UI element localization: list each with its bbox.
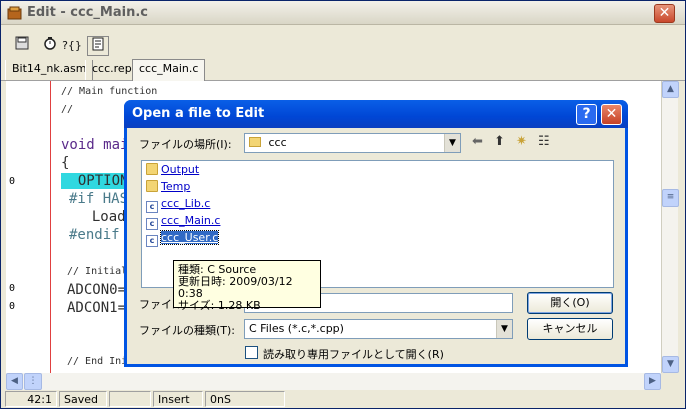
- code-line: // Main function: [61, 86, 158, 97]
- code-line: {: [61, 155, 70, 171]
- window-title: Edit - ccc_Main.c: [27, 5, 148, 20]
- cancel-button[interactable]: キャンセル: [527, 318, 613, 340]
- hscroll-thumb[interactable]: ⋮: [24, 373, 42, 390]
- filetype-dropdown[interactable]: C Files (*.c,*.cpp) ▼: [244, 319, 513, 339]
- folder-icon: [146, 163, 158, 175]
- code-line: ADCON0=: [67, 282, 127, 298]
- c-file-icon: c: [146, 201, 158, 213]
- title-bar: Edit - ccc_Main.c ✕: [1, 1, 685, 25]
- list-item-selected[interactable]: c ccc_User.c: [146, 230, 220, 247]
- gutter-mark: 0: [9, 283, 16, 294]
- help-button[interactable]: ?: [576, 104, 597, 125]
- scroll-down-icon[interactable]: ▼: [662, 356, 679, 373]
- new-folder-icon[interactable]: ✷: [516, 134, 527, 149]
- open-button[interactable]: 開く(O): [527, 292, 613, 314]
- vertical-scrollbar[interactable]: ▲ ≡ ▼: [661, 81, 679, 373]
- status-mode: Insert: [153, 391, 203, 407]
- look-in-label: ファイルの場所(I):: [139, 138, 232, 151]
- toolbar: ?{}: [1, 35, 685, 57]
- open-file-dialog: Open a file to Edit ? ✕ ファイルの場所(I): ccc …: [124, 100, 628, 367]
- gutter-mark: 0: [9, 176, 16, 187]
- tab-ccc-rep[interactable]: ccc.rep: [85, 60, 139, 80]
- status-saved: Saved: [59, 391, 107, 407]
- folder-icon: [249, 137, 261, 147]
- save-icon[interactable]: [11, 36, 33, 56]
- app-icon: [7, 6, 22, 20]
- dialog-title-bar: Open a file to Edit ? ✕: [124, 100, 628, 128]
- status-empty: [109, 391, 151, 407]
- dialog-close-button[interactable]: ✕: [601, 104, 622, 125]
- list-item[interactable]: c ccc_Main.c: [146, 214, 220, 230]
- code-line: #if HAS: [69, 191, 129, 207]
- code-line-highlighted: OPTION: [61, 173, 129, 189]
- list-item[interactable]: Temp: [146, 180, 190, 196]
- tab-bit14-nk-asm[interactable]: Bit14_nk.asm: [5, 60, 94, 80]
- chevron-down-icon[interactable]: ▼: [444, 134, 460, 152]
- readonly-checkbox[interactable]: [245, 346, 258, 359]
- list-item[interactable]: Output: [146, 163, 199, 179]
- filetype-label: ファイルの種類(T):: [139, 324, 236, 337]
- look-in-value: ccc: [268, 136, 287, 149]
- line-gutter: 0 0 0: [6, 81, 51, 373]
- readonly-label: 読み取り専用ファイルとして開く(R): [263, 348, 444, 361]
- scroll-left-icon[interactable]: ◀: [6, 373, 23, 390]
- timer-icon[interactable]: [39, 36, 61, 56]
- bookmark-icon[interactable]: [87, 36, 109, 56]
- look-in-dropdown[interactable]: ccc ▼: [244, 133, 461, 153]
- c-file-icon: c: [146, 218, 158, 230]
- tab-ccc-main-c[interactable]: ccc_Main.c: [132, 59, 206, 81]
- filetype-value: C Files (*.c,*.cpp): [249, 322, 344, 335]
- list-item[interactable]: c ccc_Lib.c: [146, 197, 210, 213]
- status-position: 42:1: [5, 391, 57, 407]
- back-arrow-icon[interactable]: ⬅: [472, 134, 483, 149]
- window-close-button[interactable]: ✕: [654, 4, 675, 23]
- view-menu-icon[interactable]: ☷: [538, 134, 550, 149]
- code-line: //: [61, 104, 74, 115]
- status-bar: 42:1 Saved Insert 0nS: [1, 390, 685, 408]
- file-info-tooltip: 種類: C Source 更新日時: 2009/03/12 0:38 サイズ: …: [173, 260, 321, 312]
- scroll-right-icon[interactable]: ▶: [644, 373, 661, 390]
- code-line: ADCON1=: [67, 300, 127, 316]
- file-tabs: Bit14_nk.asm ccc.rep ccc_Main.c: [1, 59, 685, 81]
- tooltip-modified: 更新日時: 2009/03/12 0:38: [178, 275, 293, 300]
- c-file-icon: c: [146, 235, 158, 247]
- chevron-down-icon[interactable]: ▼: [496, 320, 512, 338]
- help-context-icon[interactable]: ?{}: [61, 36, 83, 56]
- up-folder-icon[interactable]: ⬆: [494, 134, 505, 149]
- tooltip-size: サイズ: 1.28 KB: [178, 299, 261, 312]
- scroll-thumb[interactable]: ≡: [662, 189, 679, 207]
- code-line: void mai: [61, 137, 129, 153]
- code-line: #endif: [69, 227, 120, 243]
- dialog-title: Open a file to Edit: [132, 106, 265, 121]
- gutter-mark: 0: [9, 301, 16, 312]
- horizontal-scrollbar[interactable]: ◀ ⋮ ▶: [6, 373, 661, 390]
- folder-icon: [146, 180, 158, 192]
- scroll-up-icon[interactable]: ▲: [662, 81, 679, 98]
- status-time: 0nS: [205, 391, 285, 407]
